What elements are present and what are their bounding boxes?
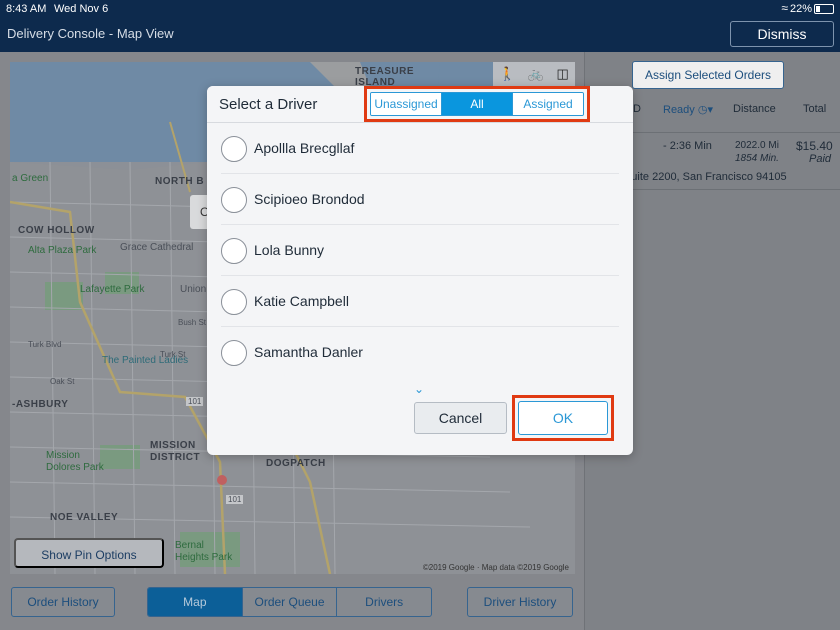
- driver-name: Scipioeo Brondod: [254, 191, 365, 207]
- map-label-dogpatch: DOGPATCH: [266, 458, 326, 469]
- wifi-icon: ≈: [781, 1, 788, 15]
- car-icon[interactable]: ◫: [556, 66, 568, 82]
- order-payment-status: Paid: [809, 153, 832, 165]
- map-label-treasure-island: TREASURE ISLAND: [355, 66, 415, 88]
- driver-list: Apollla Brecgllaf Scipioeo Brondod Lola …: [207, 123, 633, 378]
- tab-order-queue[interactable]: Order Queue: [241, 588, 337, 616]
- map-label-grace-cathedral: Grace Cathedral: [120, 242, 194, 253]
- radio-button[interactable]: [221, 238, 247, 264]
- transport-mode-bar: 🚶 🚲 ◫: [493, 62, 575, 86]
- map-label-noe-valley: NOE VALLEY: [50, 512, 119, 523]
- radio-button[interactable]: [221, 187, 247, 213]
- map-label-turk-blvd: Turk Blvd: [28, 340, 62, 349]
- dialog-header: Select a Driver Unassigned All Assigned: [207, 86, 633, 123]
- list-item[interactable]: Apollla Brecgllaf: [221, 123, 619, 174]
- order-distance: 2022.0 Mi: [735, 140, 779, 151]
- list-item[interactable]: Samantha Danler: [221, 327, 619, 378]
- tab-map[interactable]: Map: [148, 588, 242, 616]
- filter-highlight: Unassigned All Assigned: [364, 86, 590, 122]
- column-ready[interactable]: Ready ◷▾: [663, 103, 713, 116]
- map-label-mission-district: MISSION DISTRICT: [150, 440, 201, 463]
- map-label-union: Union: [180, 284, 207, 295]
- column-distance: Distance: [733, 103, 776, 115]
- map-label-painted-ladies: The Painted Ladies: [102, 355, 189, 366]
- tab-drivers[interactable]: Drivers: [336, 588, 431, 616]
- order-history-button[interactable]: Order History: [11, 587, 115, 617]
- filter-all[interactable]: All: [441, 93, 512, 115]
- dismiss-button[interactable]: Dismiss: [730, 21, 834, 47]
- driver-name: Katie Campbell: [254, 293, 349, 309]
- battery-percent: 22%: [789, 3, 812, 15]
- ok-highlight: OK: [512, 395, 614, 441]
- clock-sort-icon: ◷▾: [697, 104, 713, 116]
- column-ready-label: Ready: [663, 104, 695, 116]
- highway-101-shield: 101: [186, 397, 204, 406]
- order-ready: - 2:36 Min: [663, 140, 712, 152]
- filter-assigned[interactable]: Assigned: [512, 93, 583, 115]
- driver-history-button[interactable]: Driver History: [467, 587, 573, 617]
- show-pin-options-button[interactable]: Show Pin Options: [14, 538, 164, 568]
- list-item[interactable]: Scipioeo Brondod: [221, 174, 619, 225]
- select-driver-dialog: Select a Driver Unassigned All Assigned …: [207, 86, 633, 455]
- map-label-oak: Oak St: [50, 377, 75, 386]
- list-item[interactable]: Lola Bunny: [221, 225, 619, 276]
- map-label-alta-plaza: Alta Plaza Park: [28, 245, 97, 256]
- map-label-bernal: Bernal Heights Park: [175, 540, 233, 563]
- cancel-button[interactable]: Cancel: [414, 402, 507, 434]
- bike-icon[interactable]: 🚲: [528, 66, 544, 82]
- dialog-title: Select a Driver: [219, 96, 318, 113]
- view-tabs: Map Order Queue Drivers: [147, 587, 432, 617]
- driver-filter-segmented: Unassigned All Assigned: [370, 92, 584, 116]
- map-label-lafayette: Lafayette Park: [80, 284, 145, 295]
- page-title: Delivery Console - Map View: [7, 26, 174, 41]
- ok-button[interactable]: OK: [518, 401, 608, 435]
- map-label-ashbury: -ASHBURY: [12, 399, 69, 410]
- app-header: Delivery Console - Map View Dismiss: [0, 18, 840, 52]
- driver-name: Apollla Brecgllaf: [254, 140, 355, 156]
- walk-icon[interactable]: 🚶: [499, 66, 515, 82]
- column-id: D: [633, 103, 641, 115]
- status-time: 8:43 AM: [6, 3, 47, 15]
- driver-name: Lola Bunny: [254, 242, 325, 258]
- order-total: $15.40: [796, 139, 833, 153]
- radio-button[interactable]: [221, 136, 247, 162]
- battery-icon: [814, 4, 834, 14]
- map-label-bush: Bush St: [178, 318, 207, 327]
- filter-unassigned[interactable]: Unassigned: [371, 93, 441, 115]
- map-label-cow-hollow: COW HOLLOW: [18, 225, 95, 236]
- highway-101-shield-2: 101: [226, 495, 244, 504]
- status-date: Wed Nov 6: [54, 3, 109, 15]
- map-label-green: a Green: [12, 173, 49, 184]
- status-bar: 8:43 AM Wed Nov 6 ≈ 22%: [0, 0, 840, 18]
- map-label-north-beach: NORTH B: [155, 176, 205, 187]
- driver-name: Samantha Danler: [254, 344, 363, 360]
- order-duration: 1854 Min.: [735, 153, 779, 164]
- radio-button[interactable]: [221, 340, 247, 366]
- map-label-mission-dolores: Mission Dolores Park: [46, 450, 104, 473]
- map-copyright: ©2019 Google · Map data ©2019 Google: [422, 563, 569, 572]
- radio-button[interactable]: [221, 289, 247, 315]
- column-total: Total: [803, 103, 827, 115]
- assign-selected-orders-button[interactable]: Assign Selected Orders: [632, 61, 784, 89]
- list-item[interactable]: Katie Campbell: [221, 276, 619, 327]
- chevron-down-icon[interactable]: ⌄: [414, 382, 424, 396]
